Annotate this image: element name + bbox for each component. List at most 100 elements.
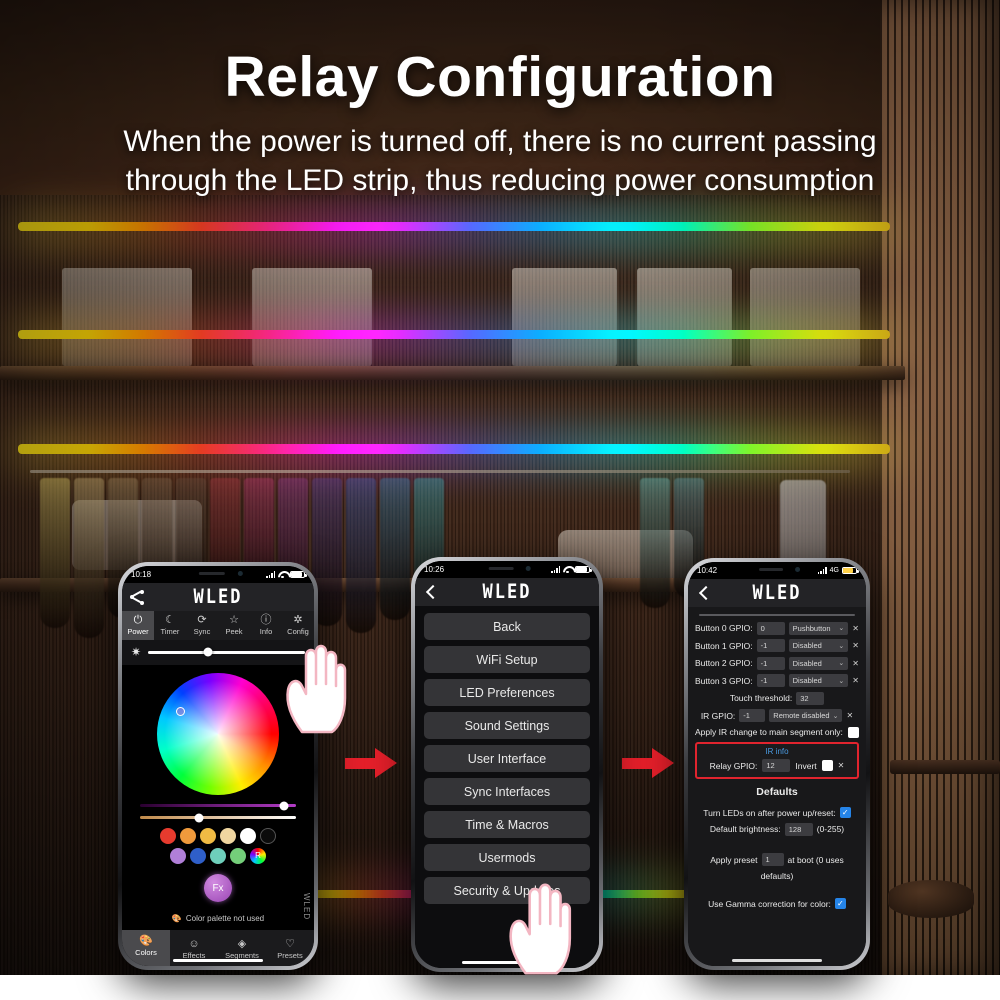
phone-1-colors-screen: 10:18 WLED ⏻ Power ☾ Timer ⟳ Sync ☆ Peek… — [118, 562, 318, 970]
swatch[interactable] — [200, 828, 216, 844]
app-header: WLED — [122, 583, 314, 611]
button2-gpio-input[interactable]: -1 — [756, 656, 785, 670]
white-knob[interactable] — [194, 813, 204, 822]
ir-remove-icon[interactable]: ✕ — [846, 711, 853, 720]
ir-gpio-input[interactable]: -1 — [739, 709, 766, 722]
signal-icon — [817, 567, 827, 574]
touch-threshold-input[interactable]: 32 — [796, 691, 825, 705]
ir-mode-select[interactable]: Remote disabled ⌄ — [769, 709, 843, 722]
button1-gpio-input[interactable]: -1 — [756, 639, 785, 652]
color-swatch-grid: R — [122, 828, 314, 864]
button3-mode-select[interactable]: Disabled ⌄ — [788, 674, 849, 687]
tab-colors[interactable]: 🎨 Colors — [122, 930, 170, 966]
invert-checkbox[interactable] — [821, 760, 833, 771]
toolbar-item-power[interactable]: ⏻ Power — [122, 611, 154, 640]
relay-remove-icon[interactable]: ✕ — [838, 761, 845, 770]
swatch[interactable] — [210, 848, 226, 864]
relay-config-highlight: IR info Relay GPIO: 12 Invert ✕ — [695, 742, 859, 779]
ir-gpio-label: IR GPIO: — [700, 710, 736, 721]
menu-item-sync-interfaces[interactable]: Sync Interfaces — [424, 778, 590, 805]
saturation-slider[interactable] — [140, 801, 296, 810]
toolbar-label: Timer — [160, 627, 180, 636]
wled-logo: WLED — [752, 581, 802, 605]
turn-on-checkbox[interactable]: ✓ — [839, 807, 851, 818]
menu-item-usermods[interactable]: Usermods — [424, 844, 590, 871]
swatch[interactable] — [230, 848, 246, 864]
ir-info-link[interactable]: IR info — [701, 747, 853, 756]
swatch[interactable] — [160, 828, 176, 844]
tab-presets[interactable]: ♡ Presets — [266, 936, 314, 960]
relay-gpio-input[interactable]: 12 — [762, 759, 791, 772]
apply-ir-label: Apply IR change to main segment only: — [695, 727, 843, 737]
swatch[interactable] — [240, 828, 256, 844]
apply-preset-label: Apply preset — [710, 854, 758, 865]
button0-mode-select[interactable]: Pushbutton ⌄ — [788, 621, 849, 635]
gamma-checkbox[interactable]: ✓ — [834, 898, 846, 909]
apply-ir-checkbox[interactable] — [848, 726, 859, 738]
select-value: Disabled — [792, 641, 822, 650]
button3-remove-icon[interactable]: ✕ — [852, 676, 859, 685]
phone-notch — [464, 561, 550, 577]
swatch[interactable] — [170, 848, 186, 864]
phone-notch — [736, 562, 818, 578]
swatch[interactable] — [190, 848, 206, 864]
toolbar-item-sync[interactable]: ⟳ Sync — [186, 611, 218, 640]
saturation-knob[interactable] — [279, 801, 289, 810]
brightness-knob[interactable] — [203, 647, 213, 657]
swatch[interactable] — [260, 828, 276, 844]
shelf-box — [512, 268, 617, 366]
phone-notch — [173, 566, 263, 582]
swatch[interactable] — [220, 828, 236, 844]
menu-item-led-preferences[interactable]: LED Preferences — [424, 679, 590, 706]
button1-remove-icon[interactable]: ✕ — [852, 641, 859, 650]
apply-preset-input[interactable]: 1 — [761, 853, 784, 866]
swatch[interactable] — [180, 828, 196, 844]
battery-icon — [290, 570, 307, 579]
select-value: Disabled — [792, 676, 822, 685]
shelf-board-1 — [0, 366, 905, 380]
fx-button[interactable]: Fx — [204, 874, 232, 902]
chevron-down-icon: ⌄ — [832, 712, 839, 720]
swatch-rainbow[interactable]: R — [250, 848, 266, 864]
toolbar-item-info[interactable]: ⓘ Info — [250, 611, 282, 640]
apply-preset-suffix-2: defaults) — [760, 870, 794, 881]
menu-item-time-macros[interactable]: Time & Macros — [424, 811, 590, 838]
color-wheel[interactable] — [157, 673, 279, 795]
flow-arrow-1 — [345, 748, 399, 779]
menu-item-wifi-setup[interactable]: WiFi Setup — [424, 646, 590, 673]
button1-mode-select[interactable]: Disabled ⌄ — [788, 639, 849, 652]
chevron-down-icon: ⌄ — [838, 660, 845, 667]
toolbar-item-timer[interactable]: ☾ Timer — [154, 611, 186, 640]
banner-text-block: Relay Configuration When the power is tu… — [0, 47, 1000, 201]
touch-threshold-label: Touch threshold: — [729, 693, 793, 703]
side-table — [890, 760, 1000, 774]
default-brightness-input[interactable]: 128 — [784, 822, 813, 836]
menu-item-sound-settings[interactable]: Sound Settings — [424, 712, 590, 739]
gamma-label: Use Gamma correction for color: — [708, 898, 831, 909]
wifi-icon — [278, 571, 287, 579]
divider — [699, 614, 855, 616]
button2-mode-select[interactable]: Disabled ⌄ — [788, 656, 849, 670]
menu-item-user-interface[interactable]: User Interface — [424, 745, 590, 772]
tab-segments[interactable]: ◈ Segments — [218, 936, 266, 960]
led-strip-3 — [18, 444, 890, 454]
toolbar-item-config[interactable]: ✲ Config — [282, 611, 314, 640]
info-icon: ⓘ — [260, 614, 272, 626]
button0-gpio-input[interactable]: 0 — [756, 621, 785, 635]
button0-label: Button 0 GPIO: — [695, 623, 753, 633]
select-value: Pushbutton — [792, 623, 831, 633]
default-brightness-row: Default brightness: 128 (0-255) — [695, 822, 859, 836]
toolbar-item-peek[interactable]: ☆ Peek — [218, 611, 250, 640]
menu-item-back[interactable]: Back — [424, 613, 590, 640]
button3-gpio-input[interactable]: -1 — [756, 674, 785, 687]
tab-label: Colors — [135, 948, 157, 957]
color-wheel-marker[interactable] — [176, 707, 185, 716]
button0-remove-icon[interactable]: ✕ — [852, 624, 859, 633]
chevron-down-icon: ⌄ — [838, 625, 845, 632]
touch-threshold-row: Touch threshold: 32 — [695, 691, 859, 705]
tab-effects[interactable]: ☺ Effects — [170, 936, 218, 960]
wifi-icon — [563, 566, 572, 574]
button2-remove-icon[interactable]: ✕ — [852, 659, 859, 668]
white-slider[interactable] — [140, 813, 296, 822]
